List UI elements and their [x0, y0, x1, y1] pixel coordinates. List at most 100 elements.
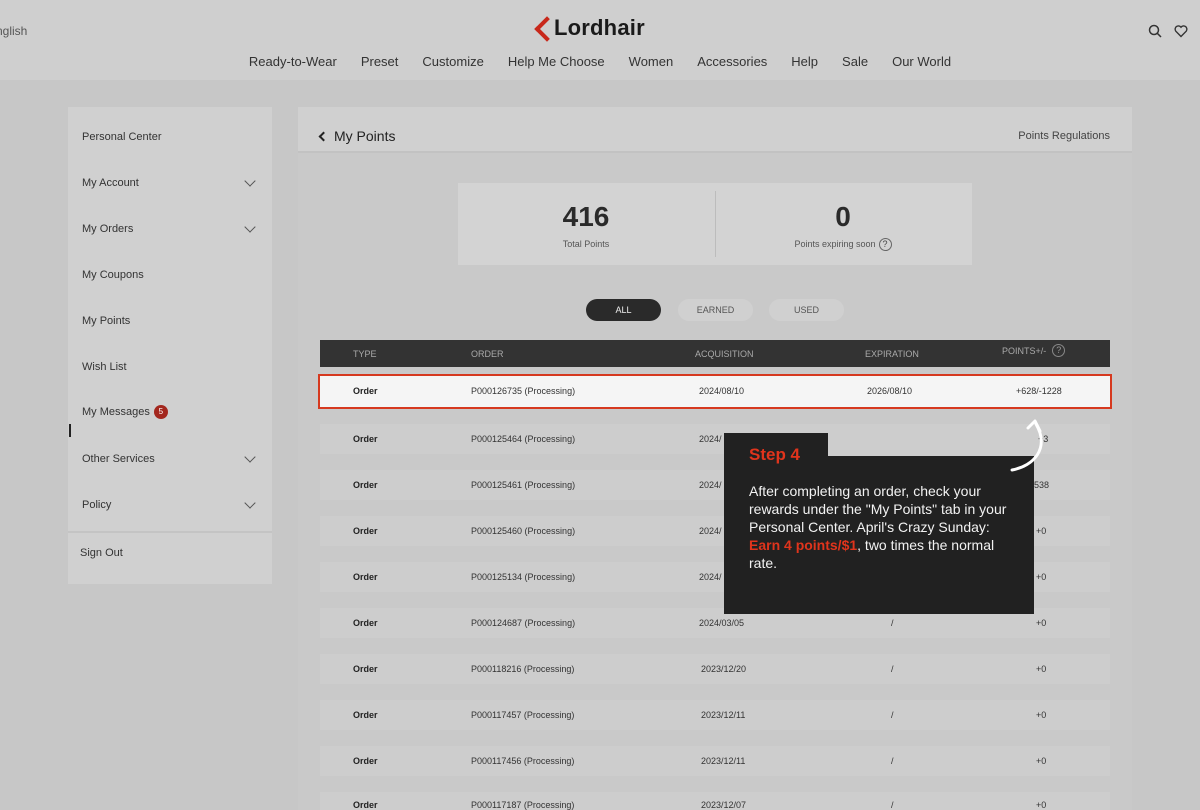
search-icon[interactable]: [1148, 24, 1162, 38]
main-nav: Ready-to-Wear Preset Customize Help Me C…: [0, 52, 1200, 71]
cell-order: P000117187 (Processing): [471, 800, 575, 810]
table-row[interactable]: Order P000117456 (Processing) 2023/12/11…: [320, 746, 1110, 776]
col-order: ORDER: [471, 349, 504, 359]
nav-accessories[interactable]: Accessories: [697, 52, 767, 71]
cell-order: P000126735 (Processing): [471, 386, 576, 396]
col-type: TYPE: [353, 349, 377, 359]
active-indicator: [69, 424, 71, 437]
page-title: My Points: [334, 128, 396, 144]
sidebar-item-my-messages[interactable]: My Messages 5: [82, 405, 258, 419]
tooltip-highlight: Earn 4 points/$1: [749, 537, 858, 553]
nav-our-world[interactable]: Our World: [892, 52, 951, 71]
cell-type: Order: [353, 526, 378, 536]
heart-icon[interactable]: [1174, 24, 1188, 38]
sidebar-item-policy[interactable]: Policy: [82, 497, 258, 511]
cell-acquisition: 2024/: [699, 572, 722, 582]
help-icon[interactable]: ?: [1052, 343, 1066, 357]
sidebar-item-label: My Messages: [82, 406, 150, 418]
cell-type: Order: [353, 572, 378, 582]
cell-points: +628/-1228: [1016, 386, 1062, 396]
help-icon[interactable]: ?: [878, 238, 892, 251]
cell-expiration: /: [891, 664, 894, 674]
cell-points: +0: [1036, 572, 1047, 582]
cell-expiration: /: [891, 800, 894, 810]
cell-points: +0: [1036, 618, 1047, 628]
points-summary: 416 Total Points 0 Points expiring soon?: [458, 183, 972, 265]
table-row[interactable]: Order P000117457 (Processing) 2023/12/11…: [320, 700, 1110, 730]
cell-type: Order: [353, 664, 378, 674]
tab-used[interactable]: USED: [769, 299, 844, 321]
tooltip-title: Step 4: [749, 445, 801, 464]
nav-help-me-choose[interactable]: Help Me Choose: [508, 52, 605, 71]
chevron-down-icon: [244, 497, 256, 509]
cell-type: Order: [353, 386, 378, 396]
pointer-arrow-icon: [1010, 419, 1043, 472]
cell-order: P000125464 (Processing): [471, 434, 576, 444]
tab-all[interactable]: ALL: [586, 299, 661, 321]
cell-acquisition: 2024/08/10: [699, 386, 745, 396]
table-row[interactable]: Order P000118216 (Processing) 2023/12/20…: [320, 654, 1110, 684]
sidebar-item-wish-list[interactable]: Wish List: [82, 361, 258, 373]
language-selector[interactable]: nglish: [0, 24, 27, 38]
sidebar-divider: [68, 531, 272, 533]
cell-order: P000124687 (Processing): [471, 618, 576, 628]
cell-points: +0: [1036, 756, 1047, 766]
cell-acquisition: 2024/: [699, 480, 722, 490]
table-row[interactable]: Order P000117187 (Processing) 2023/12/07…: [320, 792, 1110, 810]
cell-expiration: /: [891, 756, 894, 766]
nav-preset[interactable]: Preset: [361, 52, 399, 71]
table-row[interactable]: Order P000126735 (Processing) 2024/08/10…: [318, 374, 1112, 409]
nav-women[interactable]: Women: [629, 52, 674, 71]
sidebar-item-label: My Coupons: [82, 269, 144, 281]
account-sidebar: Personal Center My Account My Orders My …: [68, 107, 272, 584]
logo[interactable]: Lordhair: [536, 11, 645, 45]
logo-text: Lordhair: [554, 15, 645, 40]
sidebar-item-label: My Points: [82, 315, 131, 327]
sidebar-item-personal-center[interactable]: Personal Center: [82, 131, 258, 143]
cell-order: P000117457 (Processing): [471, 710, 575, 720]
points-regulations-link[interactable]: Points Regulations: [1018, 130, 1110, 142]
cell-points: 538: [1034, 480, 1050, 490]
nav-customize[interactable]: Customize: [422, 52, 483, 71]
tab-earned[interactable]: EARNED: [678, 299, 753, 321]
sidebar-item-my-orders[interactable]: My Orders: [82, 221, 258, 235]
sidebar-item-other-services[interactable]: Other Services: [82, 451, 258, 465]
cell-type: Order: [353, 480, 378, 490]
col-acquisition: ACQUISITION: [695, 349, 754, 359]
cell-points: +0: [1036, 800, 1047, 810]
sidebar-item-label: Policy: [82, 499, 112, 511]
chevron-down-icon: [244, 451, 256, 463]
total-points-label: Total Points: [562, 239, 610, 249]
sidebar-item-label: Wish List: [82, 361, 127, 373]
sidebar-item-my-points[interactable]: My Points: [82, 315, 258, 327]
nav-ready-to-wear[interactable]: Ready-to-Wear: [249, 52, 337, 71]
col-points: POINTS+/-: [1002, 346, 1047, 356]
sidebar-item-my-coupons[interactable]: My Coupons: [82, 269, 258, 281]
chevron-down-icon: [244, 221, 256, 233]
nav-help[interactable]: Help: [791, 52, 818, 71]
cell-order: P000125460 (Processing): [471, 526, 576, 536]
cell-acquisition: 2023/12/20: [701, 664, 747, 674]
chevron-down-icon: [244, 175, 256, 187]
sidebar-item-my-account[interactable]: My Account: [82, 175, 258, 189]
nav-sale[interactable]: Sale: [842, 52, 868, 71]
cell-type: Order: [353, 434, 378, 444]
cell-points: +0: [1036, 710, 1047, 720]
back-button[interactable]: My Points: [318, 128, 396, 144]
cell-acquisition: 2024/: [699, 526, 722, 536]
cell-order: P000117456 (Processing): [471, 756, 575, 766]
sign-out-link[interactable]: Sign Out: [80, 547, 256, 559]
expiring-points-value: 0: [835, 201, 851, 232]
points-table-header: TYPE ORDER ACQUISITION EXPIRATION POINTS…: [320, 340, 1110, 367]
summary-divider: [715, 191, 716, 257]
chevron-left-icon: [318, 131, 329, 141]
col-expiration: EXPIRATION: [865, 349, 919, 359]
sidebar-item-label: Other Services: [82, 453, 155, 465]
cell-points: +0: [1036, 664, 1047, 674]
cell-order: P000125461 (Processing): [471, 480, 576, 490]
message-count-badge: 5: [153, 405, 168, 419]
cell-expiration: /: [891, 710, 894, 720]
cell-points: +0: [1036, 526, 1047, 536]
sidebar-item-label: Sign Out: [80, 547, 123, 559]
cell-type: Order: [353, 800, 378, 810]
